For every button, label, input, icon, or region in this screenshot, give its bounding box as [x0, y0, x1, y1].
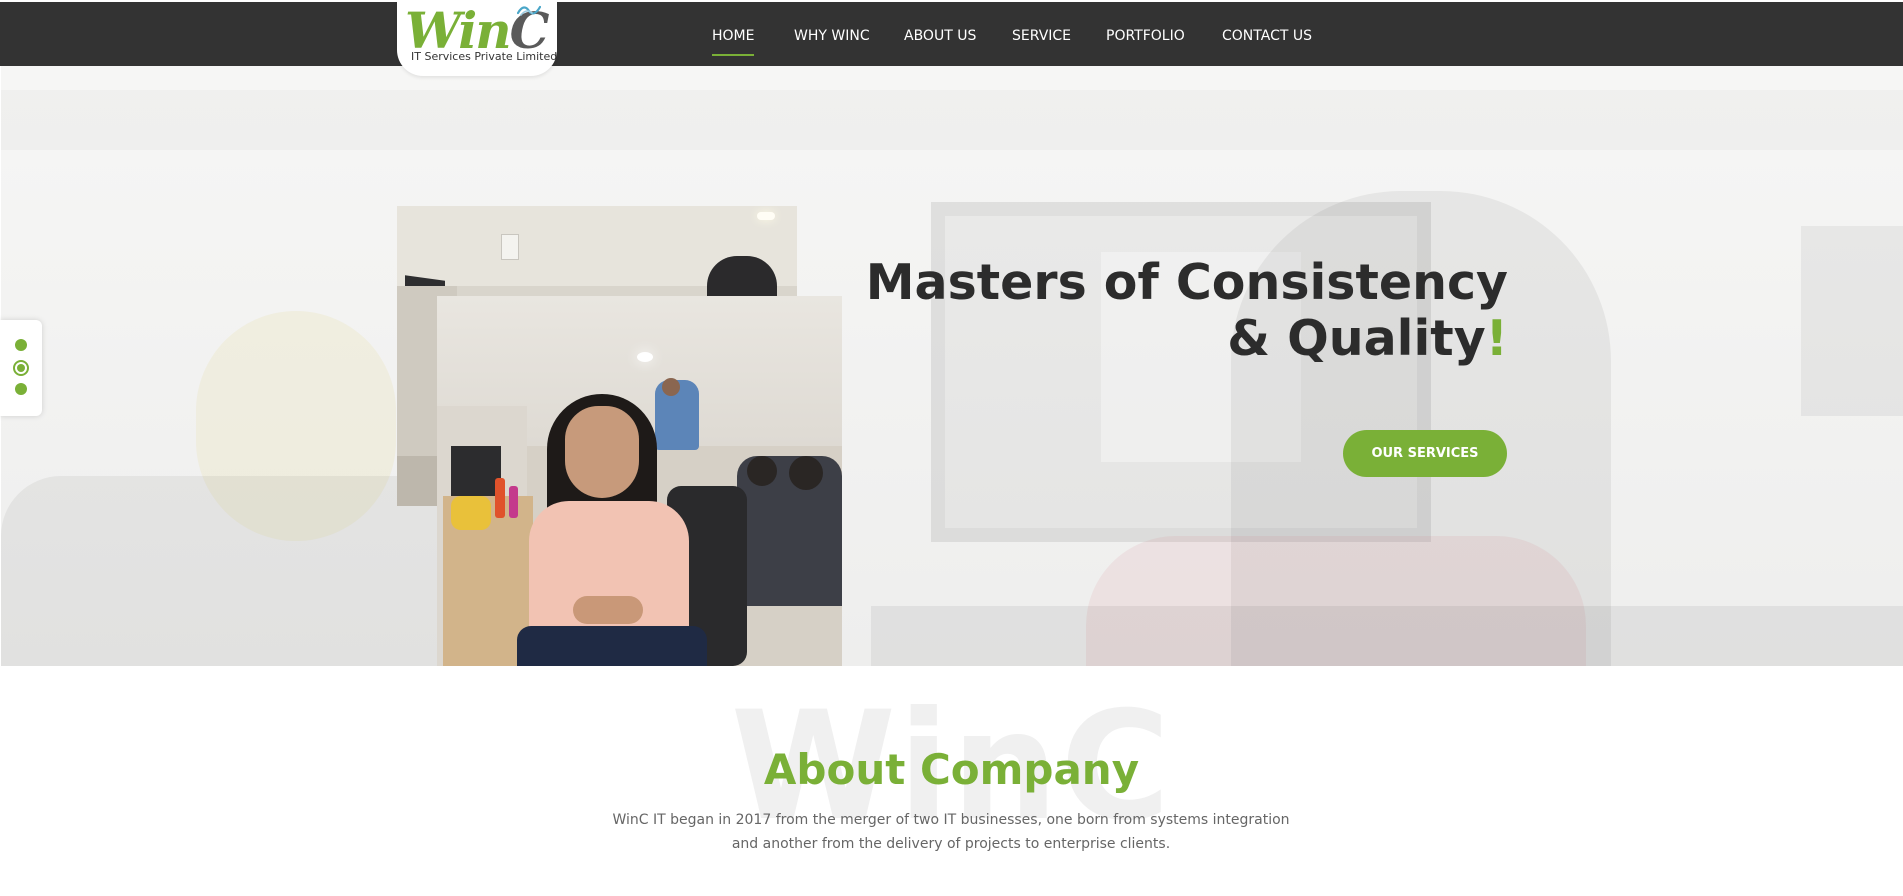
site-header: HOME WHY WINC ABOUT US SERVICE PORTFOLIO…	[0, 0, 1903, 66]
hero-background-shape	[1801, 226, 1903, 416]
hero-title: Masters of Consistency & Quality!	[866, 255, 1508, 367]
nav-portfolio[interactable]: PORTFOLIO	[1106, 26, 1185, 46]
slider-dot-1-icon[interactable]	[15, 339, 27, 351]
hero-background-shape	[871, 606, 1903, 666]
hero-title-line1: Masters of Consistency	[865, 254, 1508, 311]
logo-subtitle: IT Services Private Limited	[411, 50, 558, 63]
hero-title-line2-text: & Quality	[1227, 310, 1486, 367]
main-nav: HOME WHY WINC ABOUT US SERVICE PORTFOLIO…	[0, 2, 1903, 68]
office-photo-front	[437, 296, 842, 666]
hero-title-exclamation: !	[1485, 310, 1508, 367]
slider-pagination	[0, 320, 42, 416]
nav-why-winc[interactable]: WHY WINC	[794, 26, 870, 46]
about-title: About Company	[763, 745, 1140, 794]
slider-dot-2-icon[interactable]	[13, 360, 29, 376]
nav-about-us[interactable]: ABOUT US	[904, 26, 976, 46]
nav-home[interactable]: HOME	[712, 26, 755, 56]
hero-background-shape	[1, 90, 1903, 150]
our-services-button[interactable]: OUR SERVICES	[1343, 430, 1507, 477]
site-logo[interactable]: WinC IT Services Private Limited	[397, 0, 557, 76]
wave-icon	[517, 5, 541, 16]
slider-dot-3-icon[interactable]	[15, 383, 27, 395]
nav-service[interactable]: SERVICE	[1012, 26, 1071, 46]
hero-title-line2: & Quality!	[866, 311, 1508, 367]
nav-contact-us[interactable]: CONTACT US	[1222, 26, 1312, 46]
about-description: WinC IT began in 2017 from the merger of…	[612, 812, 1290, 852]
